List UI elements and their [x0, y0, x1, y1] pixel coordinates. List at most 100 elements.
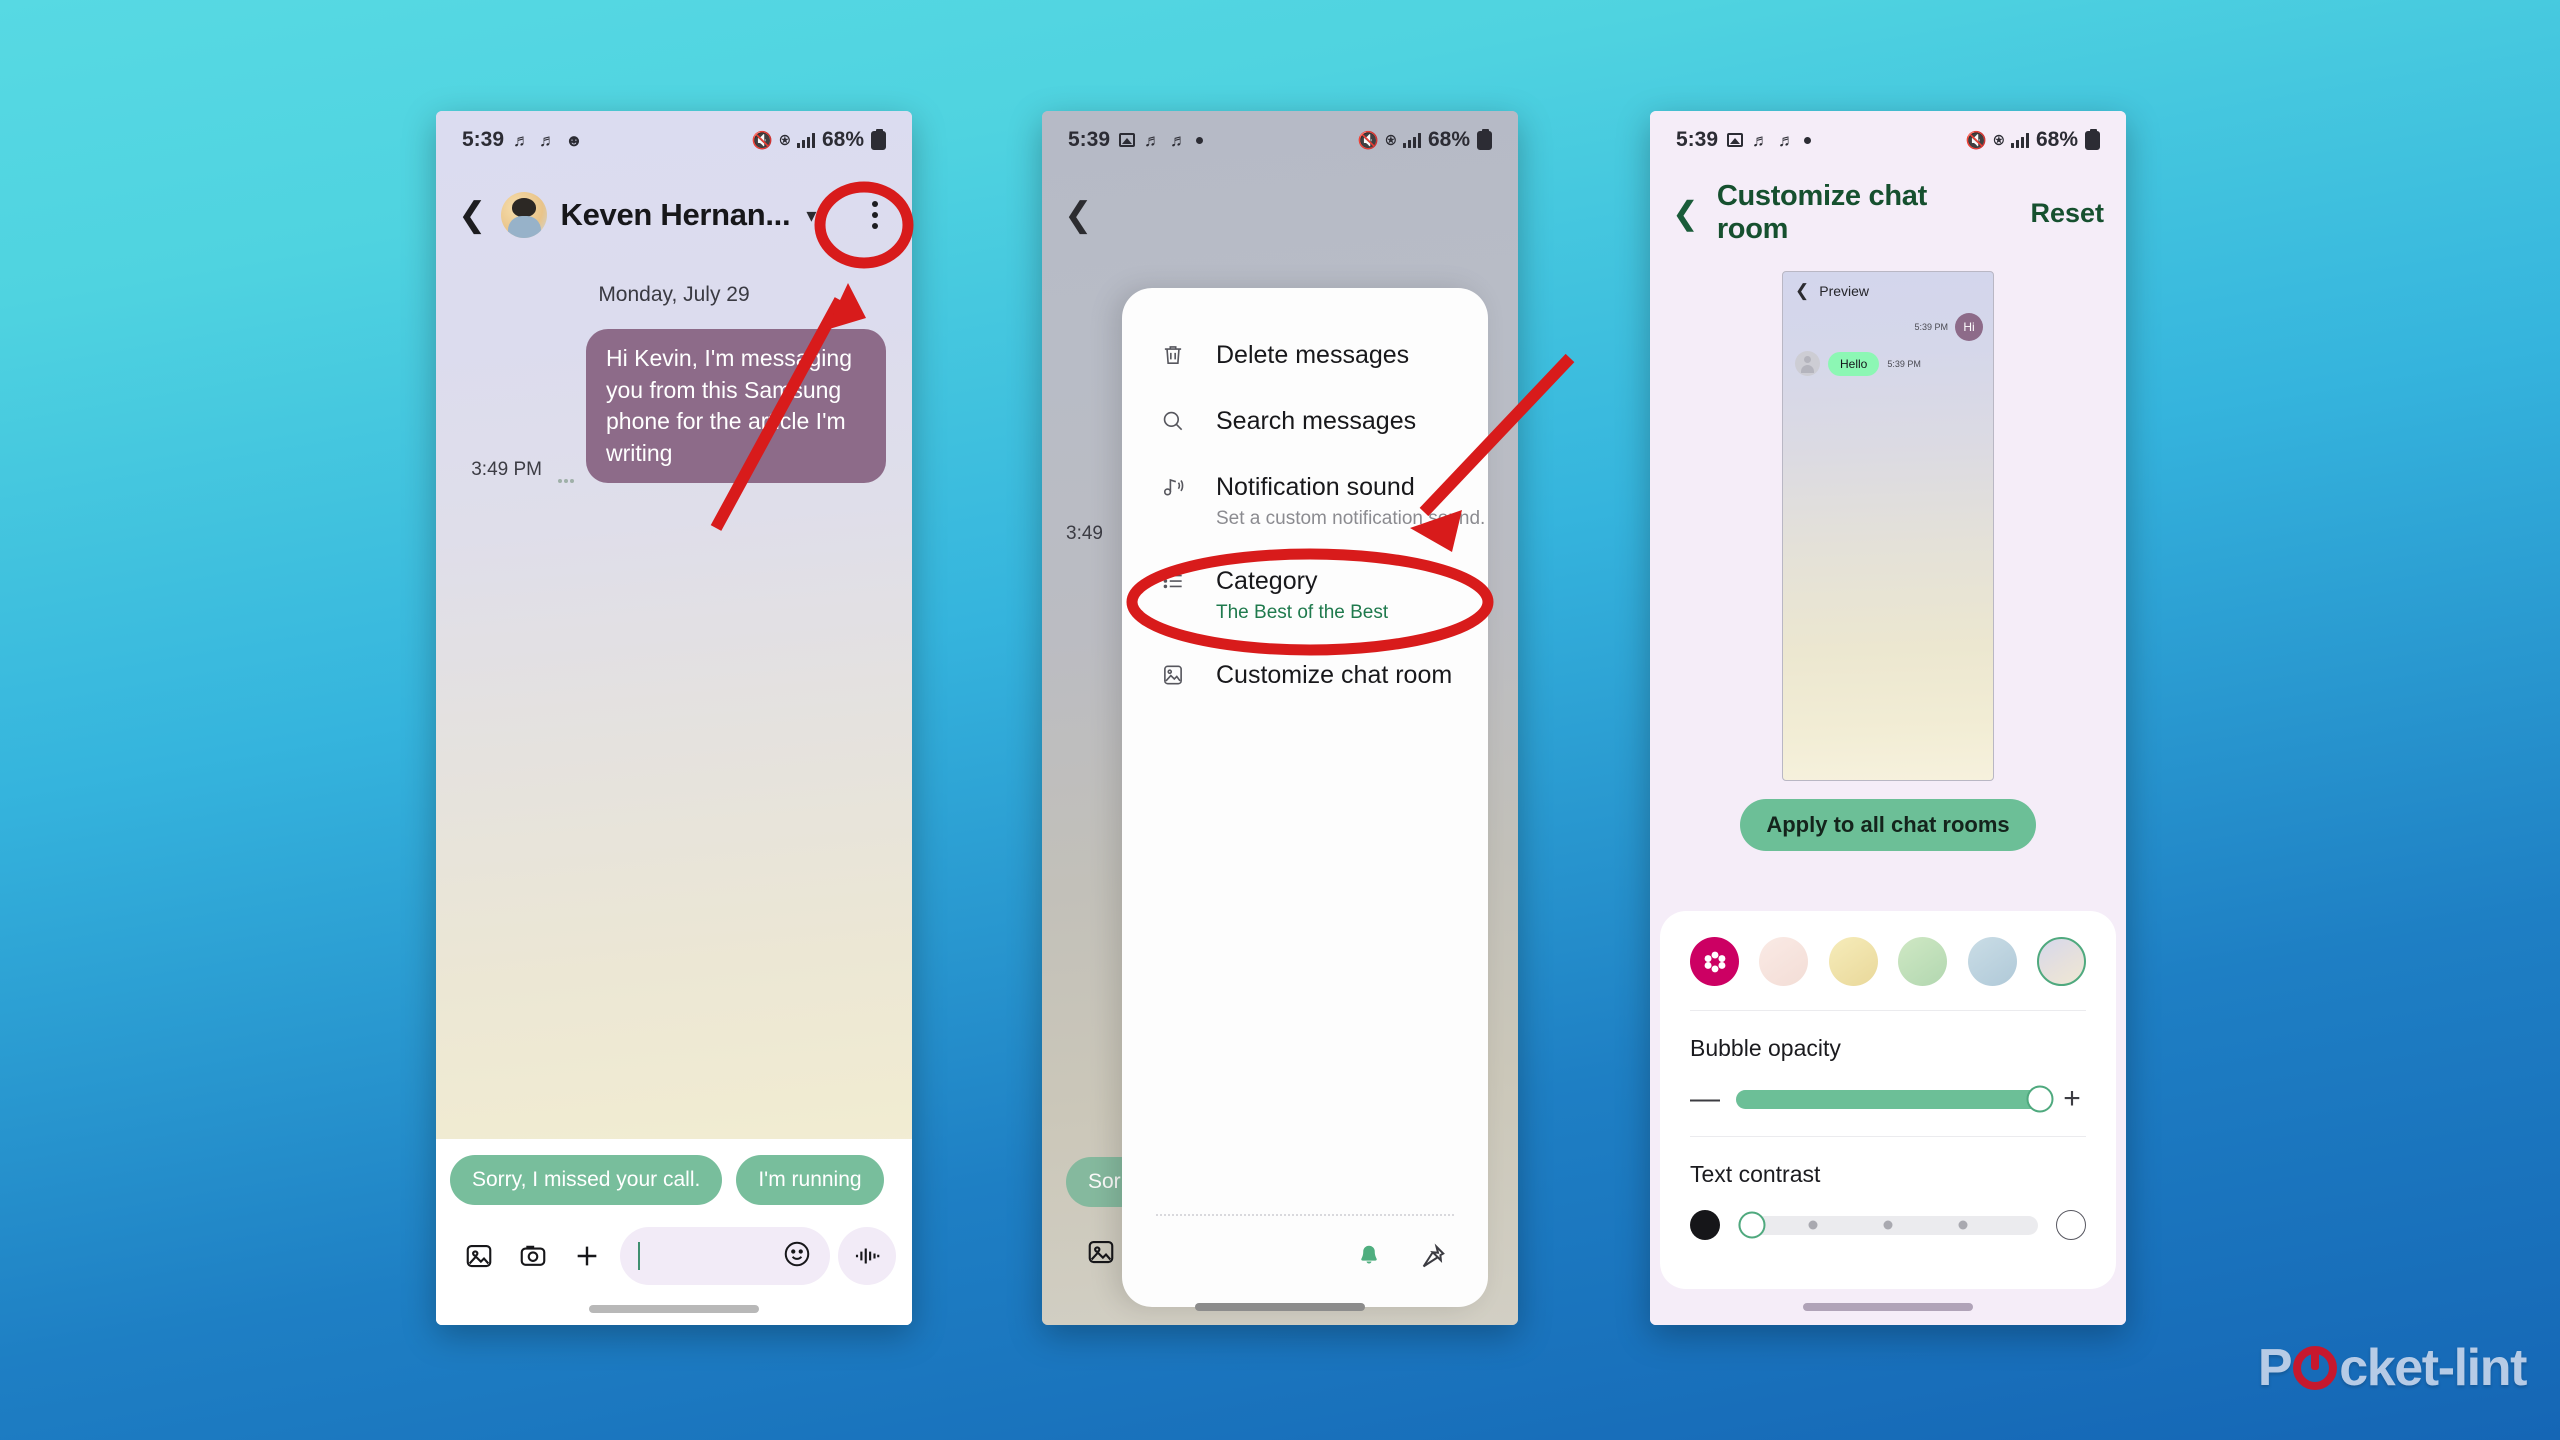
reset-button[interactable]: Reset: [2030, 198, 2104, 229]
menu-item-search-messages[interactable]: Search messages: [1122, 388, 1488, 454]
back-button[interactable]: ❮: [458, 198, 487, 232]
swatch-green[interactable]: [1898, 937, 1948, 986]
contrast-track[interactable]: [1738, 1211, 2038, 1239]
settings-header: ❮ Customize chat room Reset: [1650, 169, 2126, 257]
decrease-opacity-button[interactable]: —: [1690, 1084, 1720, 1114]
dot-icon: [1196, 136, 1204, 144]
battery-percent: 68%: [821, 128, 864, 151]
composer-area: Sorry, I missed your call. I'm running: [436, 1139, 912, 1325]
bell-icon[interactable]: [1354, 1242, 1384, 1277]
gallery-icon[interactable]: [1074, 1225, 1128, 1279]
color-swatch-row: [1690, 937, 2086, 1010]
emoji-icon[interactable]: [782, 1239, 812, 1274]
mute-icon: 🔇: [1965, 130, 1987, 150]
battery-percent: 68%: [2035, 128, 2078, 151]
wifi-icon: ⍟: [779, 130, 790, 150]
contrast-tick: [1958, 1220, 1968, 1230]
contrast-knob[interactable]: [1738, 1211, 1766, 1239]
preview-message-time: 5:39 PM: [1914, 322, 1948, 332]
input-row: [436, 1219, 912, 1297]
chat-header-dim: ❮: [1042, 169, 1518, 261]
message-time: 3:49 PM: [471, 459, 542, 480]
list-icon: [1156, 568, 1190, 594]
logo-text-after: cket-lint: [2339, 1339, 2527, 1397]
battery-icon: [1477, 128, 1492, 150]
avatar[interactable]: [500, 192, 547, 238]
preview-header: ❮ Preview: [1783, 272, 1993, 299]
suggestion-chip-1[interactable]: Sorry, I missed your call.: [450, 1155, 723, 1205]
back-button[interactable]: ❮: [1064, 198, 1093, 232]
profile-icon: ☻: [565, 130, 583, 150]
menu-item-label: Delete messages: [1216, 341, 1410, 369]
sending-indicator-icon: [558, 479, 574, 483]
menu-item-customize-chat-room[interactable]: Customize chat room: [1122, 642, 1488, 708]
camera-icon[interactable]: [506, 1229, 560, 1283]
vibrate-icon: ♬: [1752, 130, 1770, 150]
page-title: Customize chat room: [1716, 180, 1927, 245]
contact-name: Keven Hernan...: [560, 197, 791, 232]
ghost-message-time: 3:49: [1066, 523, 1103, 544]
wifi-icon: ⍟: [1993, 130, 2004, 150]
swatch-gradient-selected[interactable]: [2036, 937, 2086, 986]
preview-message-time: 5:39 PM: [1887, 358, 1921, 369]
status-time: 5:39: [1676, 128, 1719, 151]
preview-avatar: [1795, 351, 1820, 376]
status-time: 5:39: [462, 128, 505, 151]
power-icon: [2293, 1346, 2338, 1390]
signal-icon: [796, 132, 815, 148]
preview-bubble-incoming: Hello: [1828, 351, 1880, 376]
wifi-icon: ⍟: [1385, 130, 1396, 150]
menu-item-sublabel: The Best of the Best: [1216, 602, 1389, 623]
opacity-knob[interactable]: [2026, 1085, 2054, 1113]
text-contrast-label: Text contrast: [1690, 1161, 1821, 1187]
trash-icon: [1156, 342, 1190, 368]
status-time: 5:39: [1068, 128, 1111, 151]
swatch-yellow[interactable]: [1828, 937, 1878, 986]
status-bar: 5:39 ♬ ♬ ☻ 🔇 ⍟ 68%: [436, 111, 912, 169]
home-indicator: [1803, 1303, 1973, 1311]
search-icon: [1156, 408, 1190, 434]
apply-to-all-chat-rooms-button[interactable]: Apply to all chat rooms: [1740, 799, 2036, 851]
divider: [1156, 1214, 1454, 1216]
swatch-pink[interactable]: [1759, 937, 1809, 986]
menu-item-delete-messages[interactable]: Delete messages: [1122, 322, 1488, 388]
image-icon: [1727, 133, 1744, 147]
swatch-custom-flower[interactable]: [1690, 937, 1739, 986]
menu-footer: [1122, 1214, 1488, 1307]
plus-icon[interactable]: [560, 1229, 614, 1283]
voice-icon[interactable]: [838, 1227, 896, 1285]
increase-opacity-button[interactable]: +: [2058, 1084, 2086, 1114]
phone-screenshot-3: 5:39 ♬ ♬ 🔇 ⍟ 68% ❮ Customize chat room R…: [1650, 111, 2126, 1325]
pin-icon[interactable]: [1418, 1242, 1448, 1277]
swatch-blue[interactable]: [1967, 937, 2017, 986]
menu-list: Delete messages Search messages Notifica…: [1122, 288, 1488, 708]
preview-bubble-outgoing: Hi: [1955, 313, 1983, 341]
home-indicator: [1195, 1303, 1365, 1311]
battery-icon: [871, 128, 886, 150]
menu-item-category[interactable]: Category The Best of the Best: [1122, 548, 1488, 642]
vibrate-icon: ♬: [1144, 130, 1162, 150]
message-input[interactable]: [620, 1227, 830, 1285]
menu-item-sublabel: Set a custom notification sound.: [1216, 508, 1486, 529]
battery-icon: [2085, 128, 2100, 150]
vibrate-icon-2: ♬: [1170, 130, 1188, 150]
notification-sound-icon: [1156, 474, 1190, 500]
opacity-track[interactable]: [1736, 1085, 2054, 1113]
suggestion-row: Sorry, I missed your call. I'm running: [436, 1153, 912, 1219]
back-button[interactable]: ❮: [1672, 197, 1699, 229]
suggestion-chip-2[interactable]: I'm running: [736, 1155, 884, 1205]
message-bubble: Hi Kevin, I'm messaging you from this Sa…: [586, 329, 886, 483]
preview-message-outgoing: 5:39 PM Hi: [1793, 313, 1983, 341]
menu-item-label: Search messages: [1216, 407, 1417, 435]
kebab-menu-icon[interactable]: [860, 195, 890, 235]
settings-card: Bubble opacity — + Text contrast: [1660, 911, 2116, 1289]
preview-title: Preview: [1819, 282, 1870, 299]
chevron-down-icon[interactable]: ▾: [806, 203, 816, 228]
chat-header: ❮ Keven Hernan... ▾: [436, 169, 912, 261]
gallery-icon[interactable]: [452, 1229, 506, 1283]
options-menu-sheet: Delete messages Search messages Notifica…: [1122, 288, 1488, 1307]
text-contrast-slider: [1690, 1188, 2086, 1262]
gear-icon[interactable]: [898, 1153, 912, 1207]
menu-item-label: Notification sound: [1216, 473, 1415, 501]
menu-item-notification-sound[interactable]: Notification sound Set a custom notifica…: [1122, 454, 1488, 548]
